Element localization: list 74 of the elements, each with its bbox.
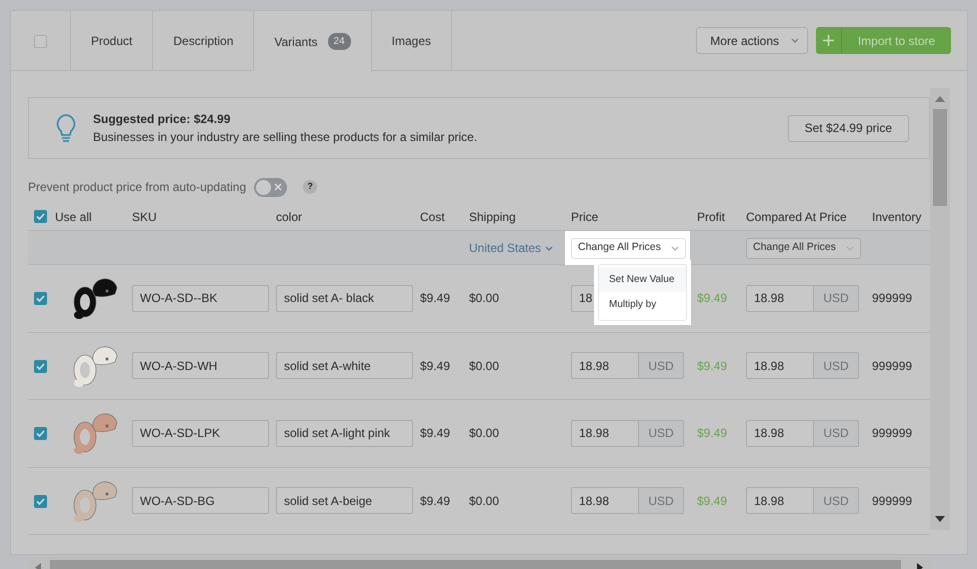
currency-label: USD [638, 488, 683, 514]
tab[interactable]: Images [372, 11, 452, 71]
variant-field[interactable]: solid set A- black [276, 284, 413, 312]
checkbox[interactable] [34, 34, 47, 48]
table-cell: $9.49 [420, 291, 450, 306]
currency-label: USD [813, 286, 858, 311]
table-cell: $0.00 [469, 426, 500, 440]
menu-item[interactable]: Set New Value [599, 267, 686, 292]
plus-icon [823, 35, 834, 46]
change-prices-dropdown[interactable]: Change All Prices [571, 238, 686, 258]
change-prices-dropdown[interactable]: Change All Prices [746, 238, 861, 258]
set-price-button[interactable]: Set $24.99 price [788, 114, 909, 142]
currency-label: USD [638, 353, 683, 378]
chevron-down-icon [846, 246, 854, 250]
table-cell: 999999 [872, 291, 912, 306]
price-field[interactable]: 18.98 USD [571, 352, 684, 380]
variant-field[interactable]: solid set A-white [276, 352, 413, 380]
chevron-down-icon [545, 246, 554, 250]
column-header: Shipping [469, 210, 516, 224]
price-field[interactable]: 18.98 USD [746, 352, 859, 380]
profit-value: $9.49 [697, 358, 728, 373]
variant-field[interactable]: solid set A-beige [276, 487, 413, 514]
column-header: Use all [55, 208, 92, 226]
help-icon[interactable]: ? [303, 180, 318, 194]
sku-field[interactable]: WO-A-SD--BK [132, 284, 269, 312]
column-header: Compared At Price [746, 210, 847, 224]
tab[interactable]: Variants 24 [254, 11, 372, 72]
chevron-down-icon [670, 246, 679, 250]
profit-value: $9.49 [697, 426, 728, 440]
suggestion-text: Businesses in your industry are selling these products for a similar price. [93, 129, 478, 146]
table-cell: $0.00 [469, 358, 500, 373]
checkbox[interactable] [34, 427, 47, 440]
table-cell: $0.00 [469, 291, 500, 306]
lightbulb-icon [55, 113, 77, 143]
sku-field[interactable]: WO-A-SD-WH [132, 352, 269, 380]
price-field[interactable]: 18.98 USD [746, 420, 859, 447]
tab[interactable]: Product [71, 11, 154, 71]
chevron-down-icon [791, 38, 799, 43]
column-header: color [276, 210, 302, 224]
checkbox[interactable] [34, 292, 47, 306]
count-badge: 24 [328, 33, 351, 50]
sku-field[interactable]: WO-A-SD-BG [132, 487, 269, 514]
column-header: Price [571, 210, 598, 224]
price-field[interactable]: 18.98 USD [571, 487, 684, 514]
column-header: Cost [420, 210, 445, 224]
table-cell: $9.49 [420, 358, 450, 373]
currency-label: USD [813, 488, 858, 514]
column-header: Inventory [872, 210, 922, 224]
toggle-switch[interactable] [254, 178, 288, 196]
currency-label: USD [813, 420, 858, 446]
suggestion-title: Suggested price: $24.99 [93, 111, 232, 128]
price-field[interactable]: 18.98 USD [746, 487, 859, 514]
table-cell: $9.49 [420, 494, 450, 508]
profit-value: $9.49 [697, 291, 728, 306]
price-field[interactable]: 18.98 USD [746, 284, 859, 312]
toggle-label: Prevent product price from auto-updating [28, 179, 246, 196]
table-cell: 999999 [872, 358, 912, 373]
table-cell: 999999 [872, 426, 912, 440]
currency-label: USD [638, 420, 683, 446]
profit-value: $9.49 [697, 494, 728, 508]
currency-label: USD [813, 353, 858, 378]
price-field[interactable]: 18.98 USD [571, 420, 684, 447]
more-actions-button[interactable]: More actions [696, 27, 808, 54]
table-cell: $0.00 [469, 494, 500, 508]
table-cell: 999999 [872, 494, 912, 508]
column-header: SKU [132, 210, 157, 224]
table-cell: $9.49 [420, 426, 450, 440]
checkbox[interactable] [34, 494, 47, 508]
variant-field[interactable]: solid set A-light pink [276, 420, 413, 447]
checkbox[interactable] [34, 210, 47, 223]
column-header: Profit [697, 210, 726, 224]
cross-icon [274, 183, 282, 191]
checkbox[interactable] [34, 360, 47, 373]
sku-field[interactable]: WO-A-SD-LPK [132, 420, 269, 447]
